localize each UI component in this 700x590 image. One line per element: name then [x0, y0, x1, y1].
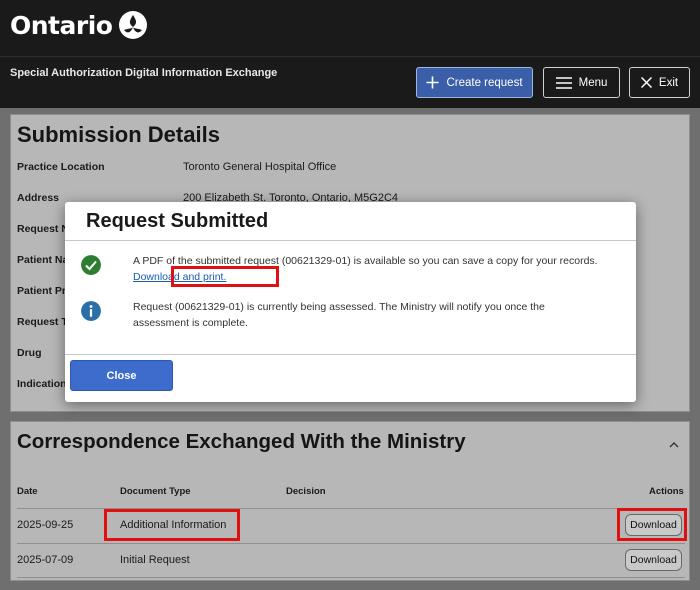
row-label: Drug [17, 347, 42, 359]
row-label: Request N [17, 223, 69, 235]
plus-icon [426, 76, 439, 89]
request-submitted-modal: Request Submitted A PDF of the submitted… [65, 202, 636, 402]
app-title: Special Authorization Digital Informatio… [10, 67, 278, 79]
table-divider [17, 577, 685, 578]
exit-button[interactable]: Exit [629, 67, 690, 98]
row-label: Indication [17, 378, 67, 390]
column-header-decision: Decision [286, 486, 326, 497]
cell-date: 2025-09-25 [17, 519, 74, 531]
menu-label: Menu [578, 76, 608, 89]
row-label: Practice Location [17, 161, 105, 173]
app-header: Special Authorization Digital Informatio… [0, 56, 700, 108]
ontario-logo[interactable]: Ontario [10, 10, 148, 40]
row-label: Patient Na [17, 254, 69, 266]
assessment-message: Request (00621329-01) is currently being… [133, 301, 545, 329]
row-label: Request T [17, 316, 68, 328]
correspondence-title: Correspondence Exchanged With the Minist… [17, 430, 466, 453]
hamburger-icon [555, 76, 572, 89]
message-text: records. [559, 255, 598, 267]
trillium-logo-icon [119, 11, 148, 39]
table-divider [17, 508, 685, 509]
modal-divider [65, 240, 636, 241]
column-header-date: Date [17, 486, 38, 497]
column-header-actions: Actions [649, 486, 684, 497]
cell-date: 2025-07-09 [17, 554, 74, 566]
cell-document-type: Initial Request [120, 554, 190, 566]
modal-title: Request Submitted [86, 210, 269, 232]
correspondence-section: Correspondence Exchanged With the Minist… [10, 421, 690, 581]
pdf-available-message: A PDF of the submitted request (00621329… [133, 254, 603, 285]
create-request-label: Create request [446, 76, 523, 89]
info-circle-icon [81, 301, 101, 321]
submission-details-title: Submission Details [17, 122, 220, 147]
row-value: Toronto General Hospital Office [183, 161, 337, 173]
close-button[interactable]: Close [70, 360, 173, 391]
close-icon [640, 77, 652, 88]
download-and-print-link[interactable]: Download and print. [133, 271, 226, 283]
menu-button[interactable]: Menu [543, 67, 620, 98]
exit-label: Exit [658, 76, 679, 89]
message-text: A PDF of the submitted request (00621329… [133, 255, 557, 267]
download-button[interactable]: Download [625, 549, 682, 571]
create-request-button[interactable]: Create request [416, 67, 533, 98]
download-button[interactable]: Download [625, 514, 682, 536]
chevron-up-icon[interactable] [667, 438, 681, 452]
brand-name: Ontario [10, 10, 113, 40]
row-label: Patient Pr [17, 285, 67, 297]
column-header-document-type: Document Type [120, 486, 191, 497]
top-bar: Ontario [0, 0, 700, 56]
cell-document-type: Additional Information [120, 519, 227, 531]
table-divider [17, 543, 685, 544]
row-label: Address [17, 192, 60, 204]
check-circle-icon [81, 255, 101, 275]
modal-divider [65, 354, 636, 355]
